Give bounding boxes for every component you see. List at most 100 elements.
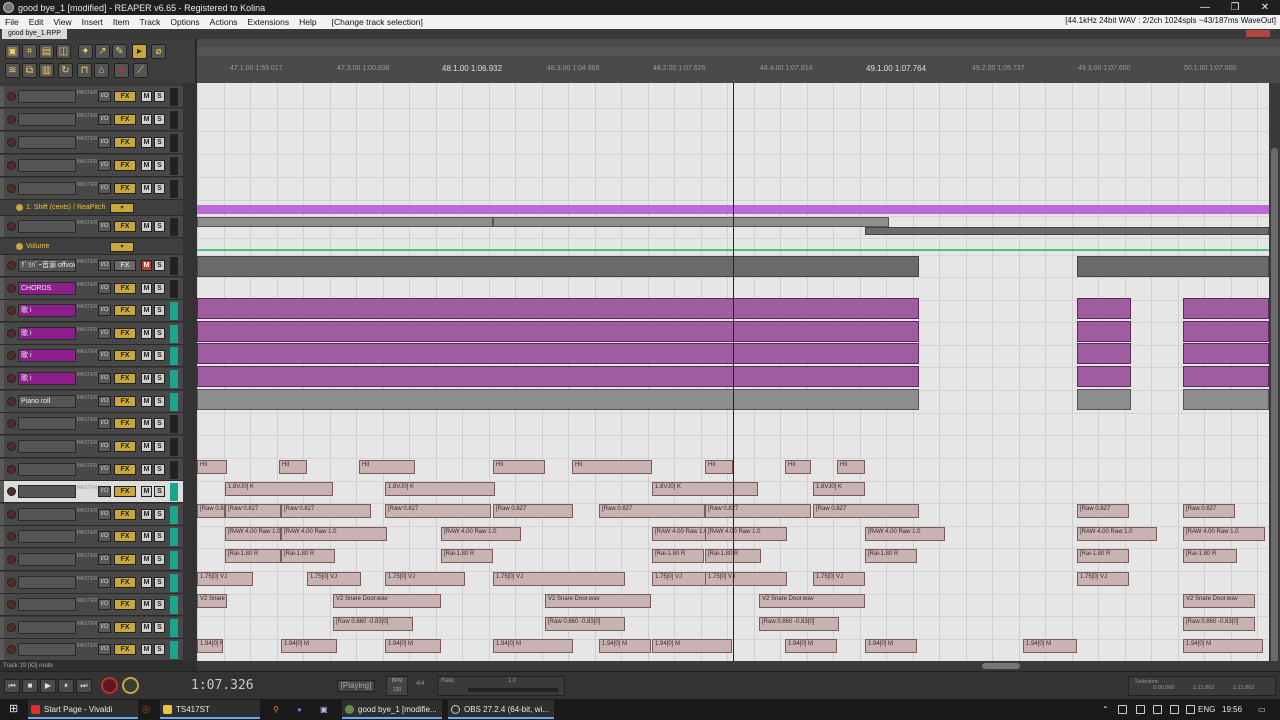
track-name[interactable]: 歌 i	[18, 349, 76, 362]
record-arm-button[interactable]	[7, 397, 16, 406]
notifications-icon[interactable]: ▭	[1258, 699, 1266, 720]
envelope-name[interactable]: 1: Shift (cents) / ReaPitch	[16, 203, 108, 213]
menu-item[interactable]: Item	[108, 17, 135, 27]
mute-button[interactable]: M	[141, 396, 152, 407]
toolbar-button-7[interactable]: ✎	[112, 44, 127, 59]
media-item[interactable]: Hit	[197, 460, 227, 474]
track-name[interactable]	[18, 463, 76, 476]
media-item[interactable]: 1.94[0] M	[197, 639, 223, 653]
media-item[interactable]	[1077, 389, 1131, 410]
envelope-name[interactable]: Volume	[16, 242, 108, 252]
media-item[interactable]: 1.94[0] M	[785, 639, 837, 653]
media-item[interactable]	[865, 227, 1269, 235]
io-button[interactable]: I/O	[98, 221, 111, 232]
media-item[interactable]: 1.75[0] VJ	[385, 572, 465, 586]
taskbar-app-vivaldi[interactable]: Start Page - Vivaldi	[28, 700, 138, 719]
io-button[interactable]: I/O	[98, 183, 111, 194]
timeline-ruler[interactable]: 47.1.00 1:59.017 47.3.00 1:00.838 48.1.0…	[197, 39, 1280, 83]
solo-button[interactable]: S	[154, 577, 165, 588]
io-button[interactable]: I/O	[98, 160, 111, 171]
track-name[interactable]: Piano roll	[18, 395, 76, 408]
media-item[interactable]: [Raw 0.860 -0.83[0]	[759, 617, 839, 631]
media-item[interactable]	[197, 389, 919, 410]
menu-options[interactable]: Options	[165, 17, 204, 27]
track-row[interactable]: MASTER I/O FX M S	[0, 436, 183, 458]
io-button[interactable]: I/O	[98, 283, 111, 294]
volume-icon[interactable]	[1170, 705, 1179, 714]
track-name[interactable]: 歌 i	[18, 327, 76, 340]
record-arm-button[interactable]	[7, 222, 16, 231]
media-item[interactable]: Hit	[785, 460, 811, 474]
taskbar-app-reaper[interactable]: good bye_1 [modifie...	[342, 700, 442, 719]
solo-button[interactable]: S	[154, 221, 165, 232]
media-item[interactable]: 1.75[0] VJ	[705, 572, 787, 586]
toolbar-button-6[interactable]: ↗	[95, 44, 110, 59]
media-item[interactable]	[197, 256, 919, 277]
media-item[interactable]: [Raw 0.827	[813, 504, 919, 518]
io-button[interactable]: I/O	[98, 622, 111, 633]
io-button[interactable]: I/O	[98, 350, 111, 361]
fx-button[interactable]: FX	[114, 418, 136, 429]
record-arm-button[interactable]	[7, 623, 16, 632]
go-to-start-button[interactable]: ⏮	[4, 679, 20, 693]
horizontal-scrollbar[interactable]	[197, 661, 1280, 671]
search-icon[interactable]: ⚲	[273, 699, 279, 720]
record-arm-button[interactable]	[7, 284, 16, 293]
fx-button[interactable]: FX	[114, 599, 136, 610]
usb-icon[interactable]	[1118, 705, 1127, 714]
media-item[interactable]	[1183, 343, 1269, 364]
media-item[interactable]: V2 Snare Door.wav	[545, 594, 651, 608]
mute-button[interactable]: M	[141, 114, 152, 125]
fx-button[interactable]: FX	[114, 160, 136, 171]
record-arm-button[interactable]	[7, 306, 16, 315]
track-row[interactable]: MASTER I/O FX M S	[0, 178, 183, 200]
solo-button[interactable]: S	[154, 350, 165, 361]
toolbar-button-16[interactable]: ●	[114, 63, 129, 78]
arrange-view[interactable]: Hit Hit Hit Hit Hit Hit Hit Hit 1.8VJ0] K 1.8VJ0]…	[197, 83, 1269, 661]
menu-extensions[interactable]: Extensions	[243, 17, 295, 27]
record-arm-button[interactable]	[7, 329, 16, 338]
bpm-display[interactable]: BPM 120	[386, 676, 408, 696]
track-row[interactable]: MASTER I/O FX M S	[0, 572, 183, 594]
menu-view[interactable]: View	[48, 17, 76, 27]
mute-button[interactable]: M	[141, 554, 152, 565]
track-name[interactable]	[18, 182, 76, 195]
fx-button[interactable]: FX	[114, 183, 136, 194]
menu-help[interactable]: Help	[294, 17, 321, 27]
track-name[interactable]: 歌 i	[18, 372, 76, 385]
fx-button[interactable]: FX	[114, 373, 136, 384]
toolbar-button-5[interactable]: ✦	[78, 44, 93, 59]
mute-button[interactable]: M	[141, 373, 152, 384]
envelope-lane-volume[interactable]: Volume ▾	[0, 239, 183, 255]
mute-button[interactable]: M	[141, 464, 152, 475]
io-button[interactable]: I/O	[98, 91, 111, 102]
record-arm-button[interactable]	[7, 138, 16, 147]
io-button[interactable]: I/O	[98, 509, 111, 520]
track-name[interactable]	[18, 553, 76, 566]
media-item[interactable]: Hit	[493, 460, 545, 474]
media-item[interactable]: V2 Snare Door.wav	[1183, 594, 1255, 608]
toolbar-button-1[interactable]: ▣	[5, 44, 20, 59]
display-icon[interactable]	[1136, 705, 1145, 714]
repeat-toggle[interactable]	[122, 677, 139, 694]
mute-button[interactable]: M	[141, 622, 152, 633]
fx-button[interactable]: FX	[114, 350, 136, 361]
fx-button[interactable]: FX	[114, 283, 136, 294]
mute-button[interactable]: M	[141, 599, 152, 610]
media-item[interactable]: [Rai-1.80 R	[281, 549, 335, 563]
track-row[interactable]: MASTER I/O FX M S	[0, 549, 183, 571]
play-button[interactable]: ▶	[40, 679, 56, 693]
selection-length[interactable]: 1:21.862	[1233, 685, 1254, 691]
track-name[interactable]	[18, 159, 76, 172]
track-name[interactable]	[18, 220, 76, 233]
solo-button[interactable]: S	[154, 137, 165, 148]
io-button[interactable]: I/O	[98, 577, 111, 588]
io-button[interactable]: I/O	[98, 486, 111, 497]
track-name[interactable]	[18, 576, 76, 589]
mute-button[interactable]: M	[141, 160, 152, 171]
io-button[interactable]: I/O	[98, 396, 111, 407]
io-button[interactable]: I/O	[98, 554, 111, 565]
media-item[interactable]: 1.75[0] VJ	[1077, 572, 1129, 586]
discord-icon[interactable]: ●	[297, 699, 302, 720]
rate-slider[interactable]	[468, 688, 558, 692]
